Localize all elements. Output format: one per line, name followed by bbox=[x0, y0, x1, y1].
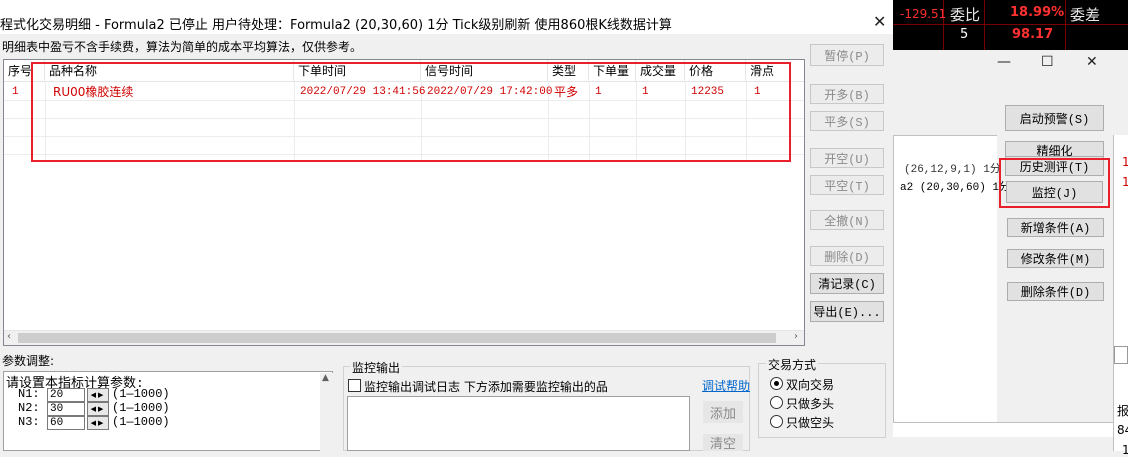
param-range: (1—1000) bbox=[112, 387, 170, 401]
param-spinner-n2[interactable]: ◀▶ bbox=[87, 402, 109, 416]
scroll-right-icon[interactable]: › bbox=[794, 331, 798, 342]
start-alert-button[interactable]: 启动预警(S) bbox=[1005, 105, 1104, 131]
cancel-all-button[interactable]: 全撤(N) bbox=[810, 210, 884, 230]
add-condition-button[interactable]: 新增条件(A) bbox=[1007, 218, 1104, 237]
trade-detail-window: 程式化交易明细 - Formula2 已停止 用户待处理：Formula2 (2… bbox=[0, 0, 893, 452]
param-input-n2[interactable]: 30 bbox=[47, 402, 85, 416]
clear-button[interactable]: 清空 bbox=[703, 434, 743, 452]
add-button[interactable]: 添加 bbox=[703, 401, 743, 423]
radio-short-only[interactable] bbox=[770, 415, 783, 428]
param-name: N1: bbox=[18, 387, 40, 401]
highlight-box-table bbox=[31, 62, 791, 162]
radio-label: 只做空头 bbox=[786, 416, 835, 430]
param-row-n3: N3: bbox=[18, 415, 40, 429]
open-long-button[interactable]: 开多(B) bbox=[810, 84, 884, 104]
param-name: N2: bbox=[18, 401, 40, 415]
radio-long-only[interactable] bbox=[770, 396, 783, 409]
close-short-button[interactable]: 平空(T) bbox=[810, 175, 884, 195]
horizontal-scrollbar[interactable]: ‹ › bbox=[4, 330, 804, 345]
radio-label: 只做多头 bbox=[786, 397, 835, 411]
param-range: (1—1000) bbox=[112, 401, 170, 415]
quote-label-1: 委比 bbox=[950, 6, 981, 24]
minimize-icon[interactable]: — bbox=[997, 54, 1011, 70]
debug-log-label: 监控输出调试日志 下方添加需要监控输出的品 bbox=[364, 380, 608, 394]
trade-mode-label: 交易方式 bbox=[766, 356, 819, 373]
highlight-box-monitor bbox=[999, 158, 1110, 208]
scroll-left-icon[interactable]: ‹ bbox=[7, 331, 11, 342]
modify-condition-button[interactable]: 修改条件(M) bbox=[1007, 249, 1104, 268]
edge-char: 84 bbox=[1117, 423, 1128, 437]
condition-list-line: (26,12,9,1) 1分 bbox=[904, 164, 1001, 176]
clear-records-button[interactable]: 清记录(C) bbox=[810, 273, 884, 294]
param-range: (1—1000) bbox=[112, 415, 170, 429]
param-spinner-n1[interactable]: ◀▶ bbox=[87, 388, 109, 402]
params-box: 请设置本指标计算参数: N1: 20 ◀▶ (1—1000) N2: 30 ◀▶… bbox=[3, 371, 333, 451]
edge-box bbox=[1114, 346, 1128, 364]
debug-log-checkbox[interactable] bbox=[348, 379, 361, 392]
bottom-bar bbox=[893, 422, 1113, 437]
param-name: N3: bbox=[18, 415, 40, 429]
delete-condition-button[interactable]: 删除条件(D) bbox=[1007, 282, 1104, 301]
param-spinner-n3[interactable]: ◀▶ bbox=[87, 416, 109, 430]
edge-char: 1 bbox=[1122, 155, 1128, 169]
edge-char: 1 bbox=[1122, 443, 1128, 457]
monitor-group-label: 监控输出 bbox=[350, 359, 403, 376]
condition-list-line: a2 (20,30,60) 1分 bbox=[900, 182, 1011, 194]
monitor-symbol-list[interactable] bbox=[347, 396, 690, 451]
close-long-button[interactable]: 平多(S) bbox=[810, 111, 884, 131]
export-button[interactable]: 导出(E)... bbox=[810, 301, 884, 322]
maximize-icon[interactable]: ☐ bbox=[1041, 54, 1054, 70]
open-short-button[interactable]: 开空(U) bbox=[810, 148, 884, 168]
edge-char: 报 bbox=[1117, 404, 1128, 418]
param-input-n3[interactable]: 60 bbox=[47, 416, 85, 430]
radio-label: 双向交易 bbox=[786, 378, 835, 392]
param-input-n1[interactable]: 20 bbox=[47, 388, 85, 402]
pause-button[interactable]: 暂停(P) bbox=[810, 44, 884, 66]
close-icon[interactable]: ✕ bbox=[873, 12, 886, 31]
debug-help-link[interactable]: 调试帮助 bbox=[702, 377, 750, 394]
quote-value-3: 5 bbox=[960, 27, 969, 42]
quote-value-1: -129.51 bbox=[900, 7, 947, 21]
condition-list[interactable]: (26,12,9,1) 1分 a2 (20,30,60) 1分 bbox=[893, 135, 1010, 435]
param-row-n2: N2: bbox=[18, 401, 40, 415]
radio-both-directions[interactable] bbox=[770, 377, 783, 390]
params-group-label: 参数调整: bbox=[2, 354, 55, 368]
scrollbar-thumb[interactable] bbox=[18, 333, 776, 343]
quote-value-4: 98.17 bbox=[1012, 27, 1054, 42]
disclaimer-note: 明细表中盈亏不含手续费，算法为简单的成本平均算法，仅供参考。 bbox=[2, 40, 363, 54]
cell-seq: 1 bbox=[12, 86, 19, 98]
delete-button[interactable]: 删除(D) bbox=[810, 246, 884, 266]
edge-char: 1 bbox=[1122, 175, 1128, 189]
window-title: 程式化交易明细 - Formula2 已停止 用户待处理：Formula2 (2… bbox=[0, 18, 672, 33]
background-window: — ☐ ✕ (26,12,9,1) 1分 a2 (20,30,60) 1分 启动… bbox=[893, 50, 1128, 457]
quote-value-2: 18.99% bbox=[1010, 5, 1065, 20]
close-icon[interactable]: ✕ bbox=[1086, 54, 1098, 70]
quote-label-2: 委差 bbox=[1070, 6, 1101, 24]
background-quote-panel: -129.51 委比 18.99% 委差 5 98.17 bbox=[880, 0, 1128, 50]
params-scrollbar[interactable]: ▲ bbox=[320, 373, 333, 451]
param-row-n1: N1: bbox=[18, 387, 40, 401]
scroll-up-icon[interactable]: ▲ bbox=[322, 373, 329, 383]
